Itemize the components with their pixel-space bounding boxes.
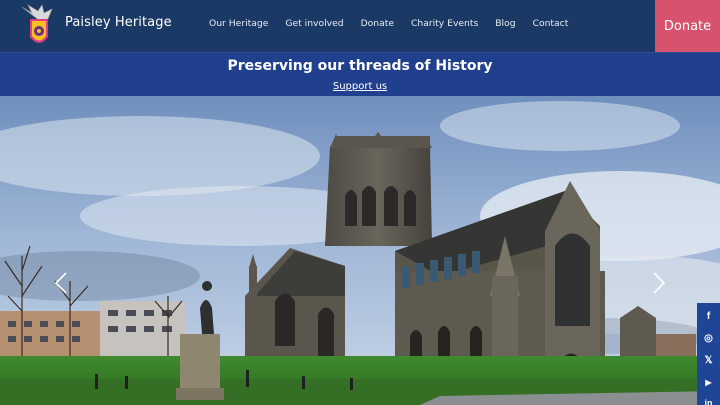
slide-prev-arrow[interactable]	[52, 272, 72, 294]
site-header: Paisley Heritage Our Heritage Get involv…	[0, 0, 720, 52]
instagram-icon[interactable]: ◎	[701, 331, 716, 346]
slide-next-arrow[interactable]	[648, 272, 668, 294]
donate-button[interactable]: Donate	[655, 0, 720, 52]
logo[interactable]	[18, 3, 58, 51]
nav-contact[interactable]: Contact	[533, 18, 569, 29]
facebook-icon[interactable]: f	[701, 309, 716, 324]
x-icon[interactable]: 𝕏	[701, 353, 716, 368]
linkedin-icon[interactable]: in	[701, 395, 716, 405]
banner-heading: Preserving our threads of History	[227, 58, 493, 74]
youtube-icon[interactable]: ▶	[701, 375, 716, 390]
chevron-left-icon	[54, 272, 67, 294]
nav-get-involved[interactable]: Get involved	[285, 18, 343, 29]
main-nav: Our Heritage Get involved Donate Charity…	[201, 18, 568, 29]
nav-donate[interactable]: Donate	[361, 18, 394, 29]
nav-blog[interactable]: Blog	[495, 18, 515, 29]
social-bar: f ◎ 𝕏 ▶ in	[697, 303, 720, 405]
chevron-right-icon	[653, 272, 666, 294]
hero-image	[0, 96, 720, 405]
nav-our-heritage[interactable]: Our Heritage	[209, 18, 268, 29]
nav-charity-events[interactable]: Charity Events	[411, 18, 478, 29]
support-us-link[interactable]: Support us	[333, 81, 387, 92]
announcement-banner: Preserving our threads of History Suppor…	[0, 52, 720, 96]
hero-slideshow	[0, 96, 720, 405]
site-title[interactable]: Paisley Heritage	[65, 15, 172, 30]
